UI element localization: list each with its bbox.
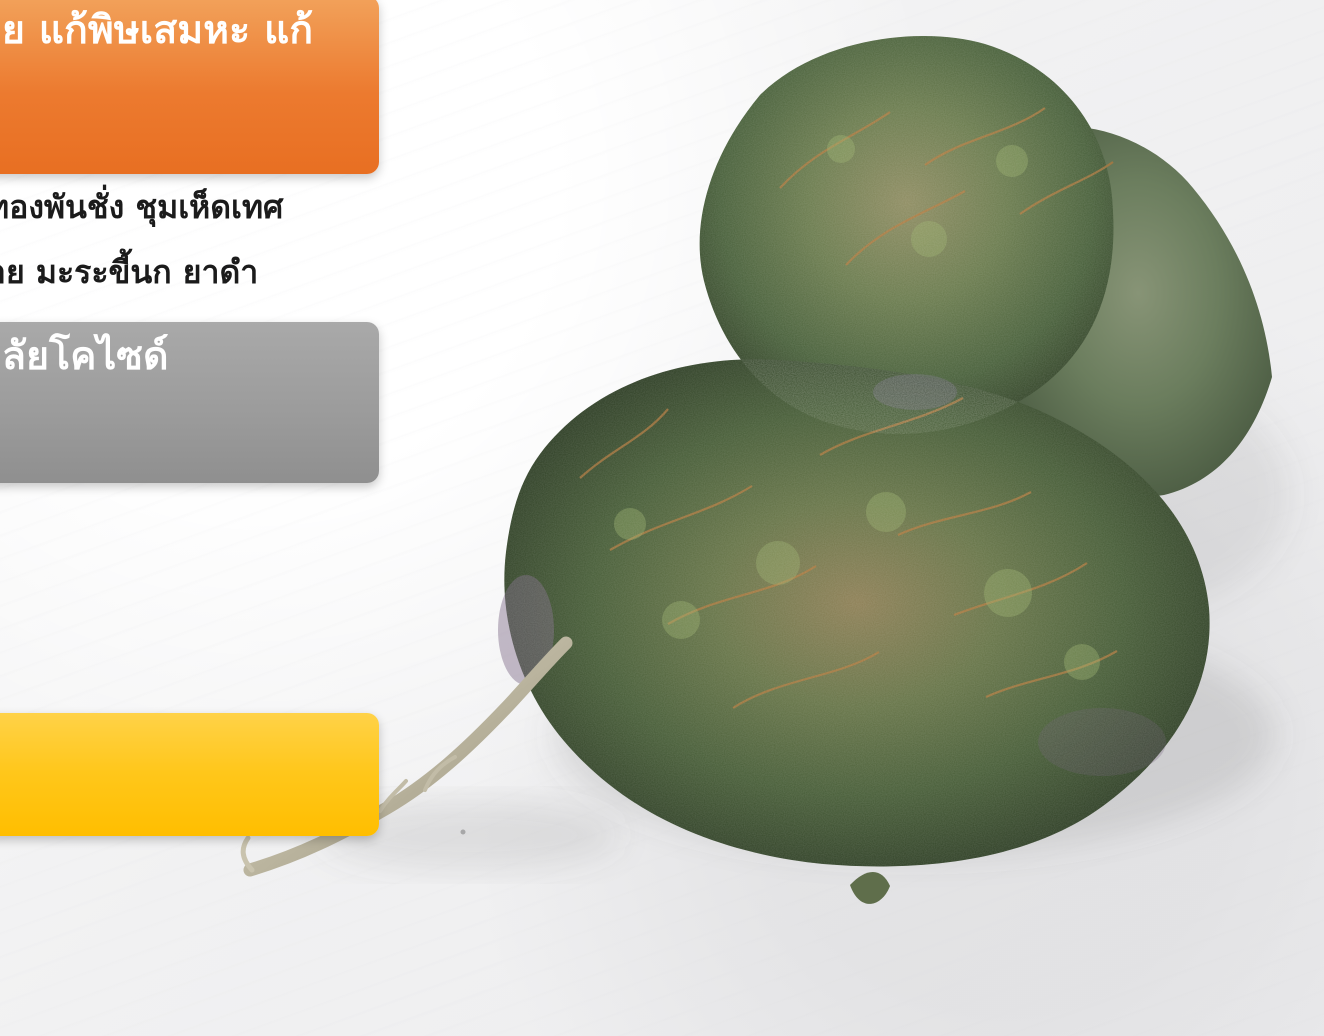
orange-callout-text: ย แก้พิษเสมหะ แก้ xyxy=(2,8,314,53)
gray-callout-text: ลัยโคไซด์ xyxy=(2,334,169,379)
gold-callout-box xyxy=(0,713,379,836)
orange-callout-box: ย แก้พิษเสมหะ แก้ xyxy=(0,0,379,174)
body-text-line-1: ทองพันชั่ง ชุมเห็ดเทศ xyxy=(0,188,284,226)
body-text-line-2: าย มะระขี้นก ยาดำ xyxy=(0,253,259,291)
presentation-slide: ย แก้พิษเสมหะ แก้ ทองพันชั่ง ชุมเห็ดเทศ … xyxy=(0,0,1324,1036)
gray-callout-box: ลัยโคไซด์ xyxy=(0,322,379,483)
